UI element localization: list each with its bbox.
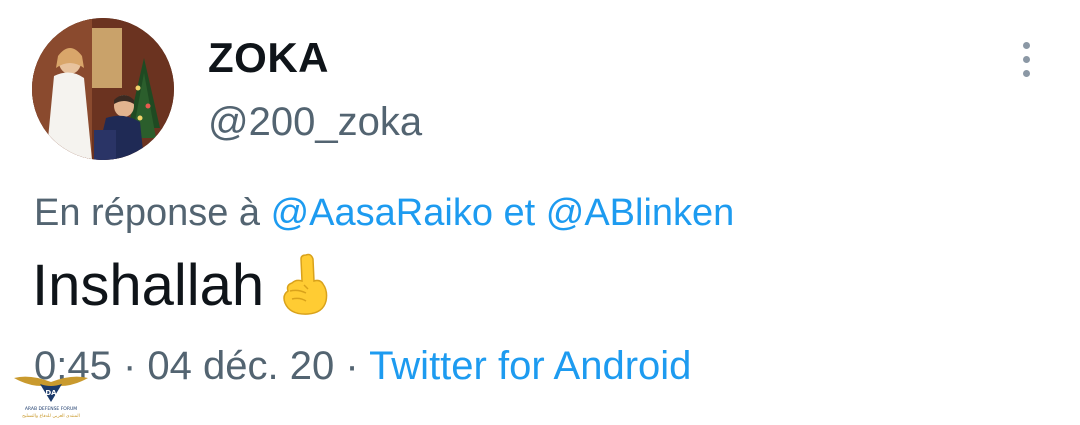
mention-link-ablinken[interactable]: @ABlinken xyxy=(546,192,735,234)
reply-context: En réponse à @AasaRaiko et @ABlinken xyxy=(34,192,734,235)
more-vertical-icon xyxy=(1023,56,1030,63)
meta-separator: · xyxy=(111,344,148,388)
tweet-body: Inshallah xyxy=(32,253,265,318)
meta-separator: · xyxy=(334,344,370,388)
more-vertical-icon xyxy=(1023,42,1030,49)
avatar-photo xyxy=(32,18,174,160)
tweet-time[interactable]: 0:45 xyxy=(34,344,112,388)
svg-text:المنتدى العربي للدفاع والتسليح: المنتدى العربي للدفاع والتسليح xyxy=(22,414,80,419)
svg-text:DA: DA xyxy=(45,389,57,397)
tweet-metadata: 0:45 · 04 déc. 20 · Twitter for Android xyxy=(34,344,691,389)
reply-joiner: et xyxy=(492,192,546,234)
tweet-date[interactable]: 04 déc. 20 xyxy=(147,344,334,388)
user-handle[interactable]: @200_zoka xyxy=(208,100,422,145)
tweet-source-link[interactable]: Twitter for Android xyxy=(369,344,691,388)
reply-prefix: En réponse à xyxy=(34,192,271,234)
tweet-text: Inshallah xyxy=(32,252,330,319)
more-vertical-icon xyxy=(1023,70,1030,77)
more-options-button[interactable] xyxy=(1010,38,1042,82)
avatar[interactable] xyxy=(32,18,174,160)
pointing-up-finger-emoji xyxy=(276,251,330,317)
tweet-card: ZOKA @200_zoka En réponse à @AasaRaiko e… xyxy=(0,0,1080,422)
mention-link-aasaraiko[interactable]: @AasaRaiko xyxy=(271,192,493,234)
display-name[interactable]: ZOKA xyxy=(208,34,329,82)
svg-text:ARAB DEFENSE FORUM: ARAB DEFENSE FORUM xyxy=(25,406,77,412)
